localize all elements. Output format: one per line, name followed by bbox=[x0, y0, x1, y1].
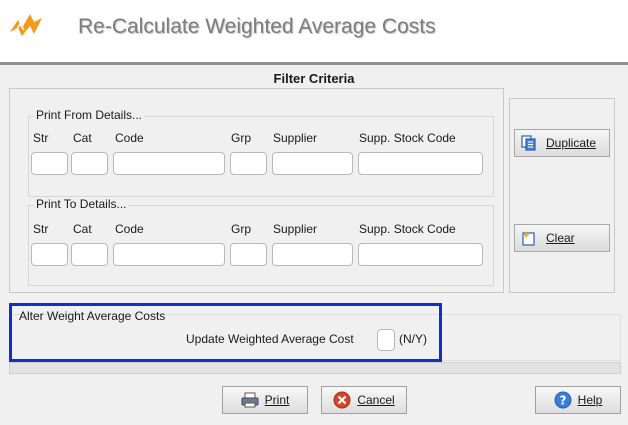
from-code-label: Code bbox=[115, 131, 144, 145]
to-code-label: Code bbox=[115, 222, 144, 236]
clear-icon bbox=[522, 231, 535, 246]
cancel-icon bbox=[333, 391, 351, 409]
to-str-input[interactable] bbox=[31, 243, 68, 266]
print-label: Print bbox=[264, 393, 290, 407]
from-cat-label: Cat bbox=[73, 131, 92, 145]
title-divider bbox=[0, 62, 628, 65]
to-cat-input[interactable] bbox=[71, 243, 108, 266]
yes-no-hint: (N/Y) bbox=[399, 332, 427, 346]
from-supp-stock-code-label: Supp. Stock Code bbox=[359, 131, 456, 145]
update-weighted-average-cost-input[interactable] bbox=[377, 329, 395, 351]
app-logo-icon bbox=[10, 14, 42, 36]
from-grp-input[interactable] bbox=[230, 152, 267, 175]
to-supplier-label: Supplier bbox=[273, 222, 318, 236]
help-button[interactable]: ? Help bbox=[535, 386, 621, 414]
printer-icon bbox=[241, 392, 259, 408]
help-label: Help bbox=[577, 393, 603, 407]
to-code-input[interactable] bbox=[113, 243, 225, 266]
cancel-label: Cancel bbox=[357, 393, 395, 407]
from-str-label: Str bbox=[33, 131, 49, 145]
clear-label: Clear bbox=[546, 231, 575, 245]
to-cat-label: Cat bbox=[73, 222, 92, 236]
window-title: Re-Calculate Weighted Average Costs bbox=[78, 15, 436, 38]
alter-costs-label: Alter Weight Average Costs bbox=[19, 309, 166, 323]
cancel-button[interactable]: Cancel bbox=[321, 386, 407, 414]
from-str-input[interactable] bbox=[31, 152, 68, 175]
from-supplier-label: Supplier bbox=[273, 131, 318, 145]
to-supp-stock-code-input[interactable] bbox=[358, 243, 483, 266]
to-grp-label: Grp bbox=[231, 222, 252, 236]
help-icon: ? bbox=[554, 391, 572, 409]
side-button-panel bbox=[509, 98, 615, 293]
section-title: Filter Criteria bbox=[273, 71, 355, 86]
clear-button[interactable]: Clear bbox=[514, 224, 610, 252]
duplicate-label: Duplicate bbox=[546, 136, 597, 150]
progress-bar bbox=[9, 362, 621, 374]
svg-text:?: ? bbox=[559, 394, 566, 408]
duplicate-icon bbox=[521, 135, 536, 151]
from-cat-input[interactable] bbox=[71, 152, 108, 175]
update-weighted-average-cost-label: Update Weighted Average Cost bbox=[186, 332, 354, 346]
from-grp-label: Grp bbox=[231, 131, 252, 145]
print-to-legend: Print To Details... bbox=[34, 197, 129, 211]
to-supp-stock-code-label: Supp. Stock Code bbox=[359, 222, 456, 236]
from-supplier-input[interactable] bbox=[272, 152, 353, 175]
to-supplier-input[interactable] bbox=[272, 243, 353, 266]
from-code-input[interactable] bbox=[113, 152, 225, 175]
print-from-legend: Print From Details... bbox=[34, 108, 145, 122]
duplicate-button[interactable]: Duplicate bbox=[514, 129, 610, 157]
to-grp-input[interactable] bbox=[230, 243, 267, 266]
print-button[interactable]: Print bbox=[222, 386, 308, 414]
from-supp-stock-code-input[interactable] bbox=[358, 152, 483, 175]
to-str-label: Str bbox=[33, 222, 49, 236]
